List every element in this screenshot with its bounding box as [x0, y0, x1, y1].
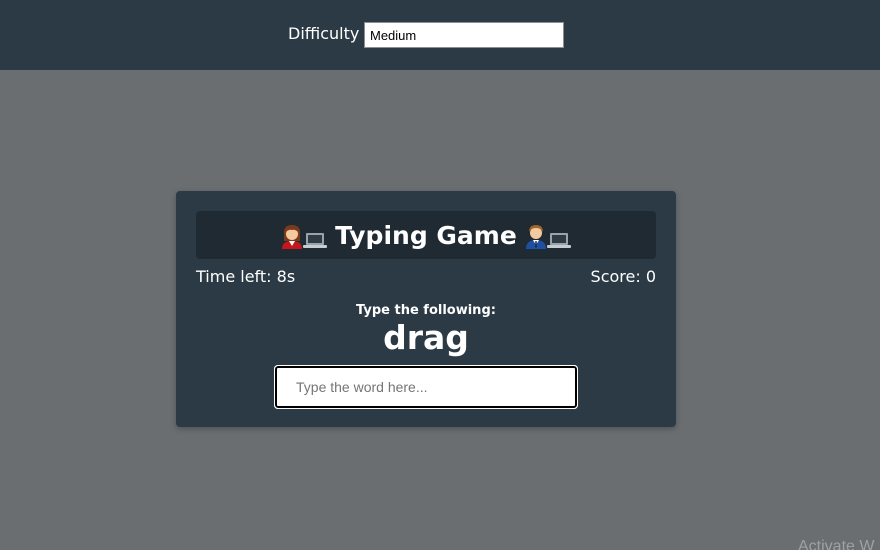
game-title: Typing Game	[335, 220, 517, 250]
game-title-bar: Typing Game	[196, 211, 656, 259]
settings-header: Difficulty Medium	[0, 0, 880, 70]
word-input[interactable]	[274, 365, 578, 409]
woman-technologist-icon	[281, 221, 303, 249]
activation-watermark: Activate W	[798, 538, 875, 550]
man-technologist-icon	[525, 221, 547, 249]
laptop-icon	[546, 221, 571, 249]
instruction-text: Type the following:	[356, 303, 496, 318]
time-left: Time left: 8s	[196, 267, 296, 286]
game-container: Typing Game Time left: 8s Score: 0 Type …	[176, 191, 676, 427]
laptop-icon	[303, 221, 328, 249]
score: Score: 0	[590, 267, 656, 286]
target-word: drag	[383, 318, 469, 357]
difficulty-select[interactable]: Medium	[364, 22, 564, 48]
difficulty-label: Difficulty	[288, 24, 360, 43]
